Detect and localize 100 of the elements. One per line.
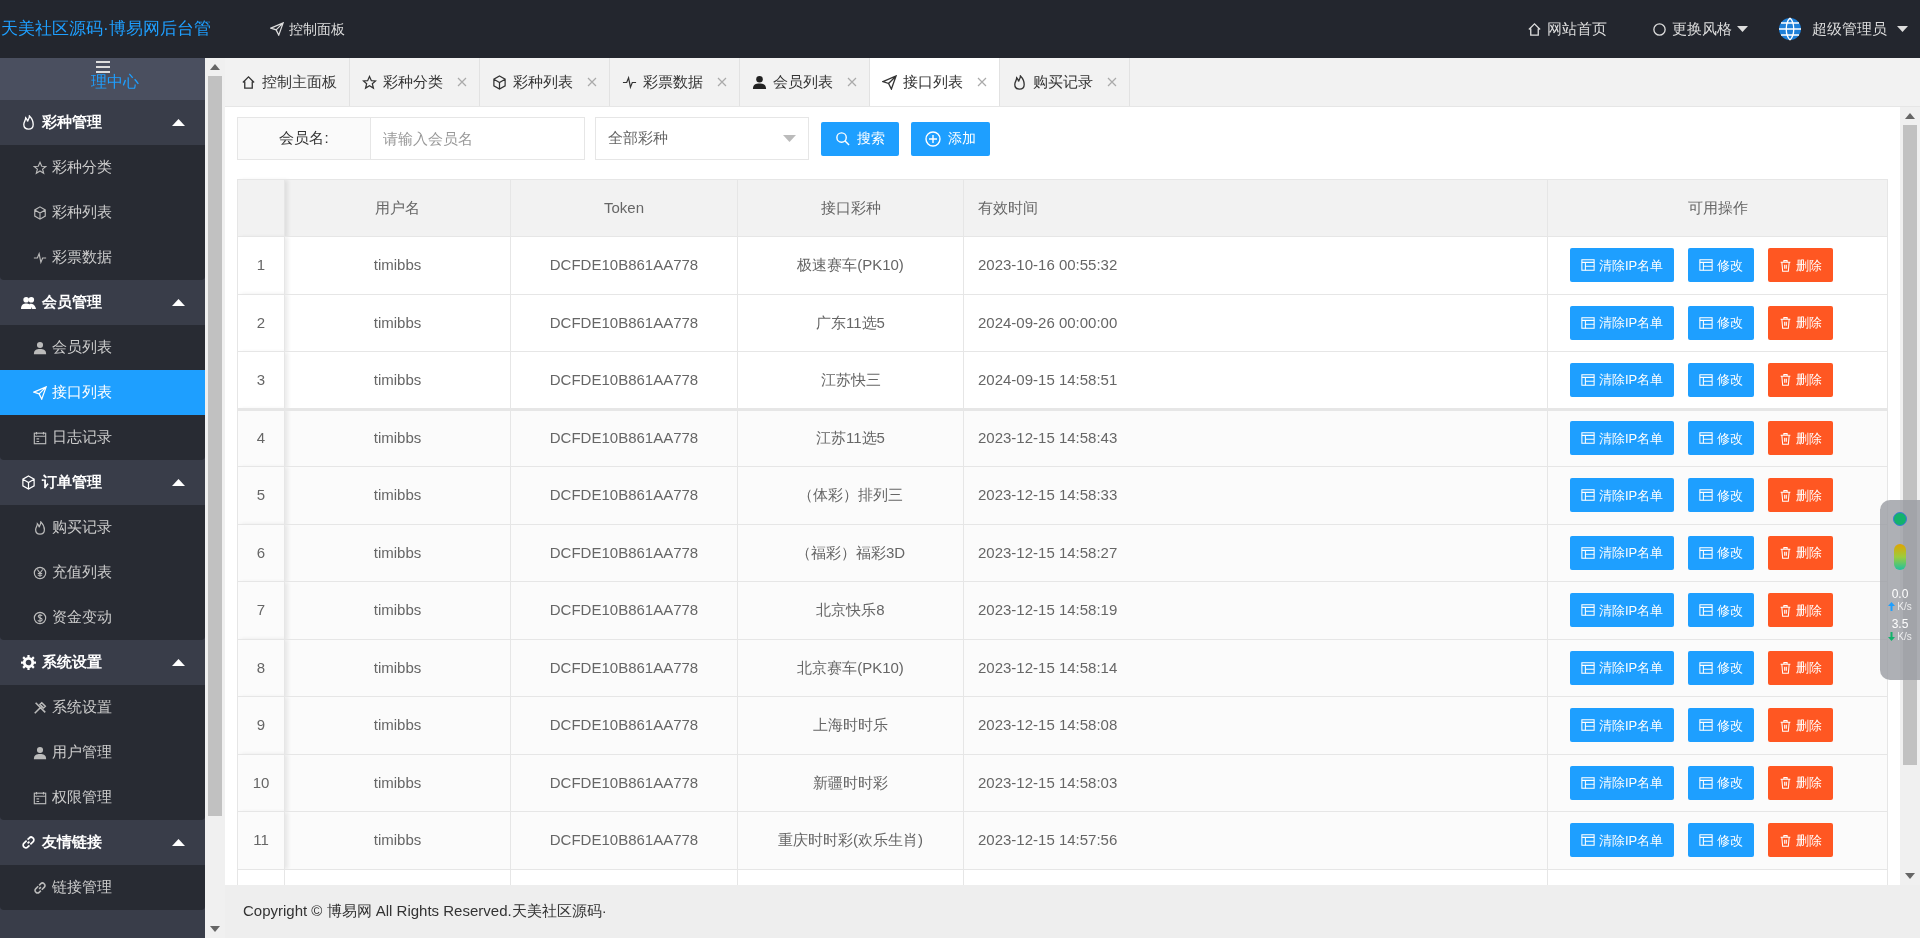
edit-button[interactable]: 修改 xyxy=(1688,708,1755,743)
edit-button[interactable]: 修改 xyxy=(1688,362,1755,397)
sidebar-item[interactable]: 系统设置 xyxy=(0,685,205,730)
menu-icon[interactable] xyxy=(95,61,110,73)
dollar-icon xyxy=(33,610,47,625)
sidebar-group[interactable]: 彩种管理 xyxy=(0,100,205,145)
sidebar-item[interactable]: 日志记录 xyxy=(0,415,205,460)
search-button[interactable]: 搜索 xyxy=(821,121,899,156)
user-menu[interactable]: 超级管理员 xyxy=(1778,17,1908,41)
sidebar-item[interactable]: 权限管理 xyxy=(0,775,205,820)
add-button[interactable]: 添加 xyxy=(911,121,990,156)
delete-button[interactable]: 删除 xyxy=(1768,765,1834,800)
edit-button[interactable]: 修改 xyxy=(1688,305,1755,340)
sidebar-group[interactable]: 友情链接 xyxy=(0,820,205,865)
sidebar-item[interactable]: 接口列表 xyxy=(0,370,205,415)
sidebar-group[interactable]: 系统设置 xyxy=(0,640,205,685)
table-icon xyxy=(1581,258,1595,273)
scrollbar[interactable] xyxy=(205,58,225,938)
clear-ip-button[interactable]: 清除IP名单 xyxy=(1570,478,1675,513)
close-icon[interactable] xyxy=(977,77,987,87)
sidebar-item[interactable]: 购买记录 xyxy=(0,505,205,550)
table-cell: 上海时时乐 xyxy=(737,696,964,754)
gear-icon xyxy=(21,655,36,670)
close-icon[interactable] xyxy=(847,77,857,87)
close-icon[interactable] xyxy=(457,77,467,87)
clear-ip-button[interactable]: 清除IP名单 xyxy=(1570,305,1675,340)
sidebar-item[interactable]: 用户管理 xyxy=(0,730,205,775)
edit-button[interactable]: 修改 xyxy=(1688,421,1755,456)
edit-button[interactable]: 修改 xyxy=(1688,535,1755,570)
clear-ip-button[interactable]: 清除IP名单 xyxy=(1570,535,1675,570)
table-cell: timibbs xyxy=(284,811,511,869)
close-icon[interactable] xyxy=(717,77,727,87)
delete-button[interactable]: 删除 xyxy=(1768,305,1834,340)
sidebar-group[interactable]: 订单管理 xyxy=(0,460,205,505)
lottery-select[interactable]: 全部彩种 xyxy=(595,117,809,160)
edit-button[interactable]: 修改 xyxy=(1688,650,1755,685)
network-speed-widget[interactable]: 0.0 K/s 3.5 K/s xyxy=(1880,500,1920,680)
edit-button[interactable]: 修改 xyxy=(1688,765,1755,800)
caret-down-icon xyxy=(783,135,796,142)
tab[interactable]: 彩种分类 xyxy=(350,58,480,106)
clear-ip-button[interactable]: 清除IP名单 xyxy=(1570,593,1675,628)
delete-button[interactable]: 删除 xyxy=(1768,362,1834,397)
table-icon xyxy=(1581,718,1595,733)
flame-icon xyxy=(21,115,36,130)
speed-unit: K/s xyxy=(1897,631,1912,642)
sidebar-item[interactable]: 充值列表 xyxy=(0,550,205,595)
delete-button[interactable]: 删除 xyxy=(1768,535,1834,570)
tab[interactable]: 购买记录 xyxy=(1000,58,1130,106)
close-icon[interactable] xyxy=(587,77,597,87)
sidebar-group[interactable]: 会员管理 xyxy=(0,280,205,325)
member-name-field[interactable]: 请输入会员名 xyxy=(371,117,585,160)
sidebar-item[interactable]: 链接管理 xyxy=(0,865,205,910)
scroll-down-icon[interactable] xyxy=(210,926,220,932)
sidebar-item[interactable]: 彩种列表 xyxy=(0,190,205,235)
scroll-up-icon[interactable] xyxy=(210,64,220,70)
sidebar-item[interactable]: 彩种分类 xyxy=(0,145,205,190)
clear-ip-button[interactable]: 清除IP名单 xyxy=(1570,650,1675,685)
user-icon xyxy=(33,745,47,760)
table-cell: timibbs xyxy=(284,294,511,352)
caret-down-icon xyxy=(1737,26,1748,32)
header-link[interactable]: 网站首页 xyxy=(1527,17,1607,41)
delete-button[interactable]: 删除 xyxy=(1768,478,1834,513)
close-icon[interactable] xyxy=(1107,77,1117,87)
clear-ip-button[interactable]: 清除IP名单 xyxy=(1570,362,1675,397)
delete-button[interactable]: 删除 xyxy=(1768,650,1834,685)
flame-icon xyxy=(1012,74,1027,90)
tab[interactable]: 彩票数据 xyxy=(610,58,740,106)
tab[interactable]: 接口列表 xyxy=(870,58,1000,106)
delete-button[interactable]: 删除 xyxy=(1768,421,1834,456)
table-icon xyxy=(1699,775,1714,790)
clear-ip-button[interactable]: 清除IP名单 xyxy=(1570,708,1675,743)
delete-button[interactable]: 删除 xyxy=(1768,248,1834,283)
edit-button[interactable]: 修改 xyxy=(1688,593,1755,628)
scroll-down-icon[interactable] xyxy=(1905,873,1915,879)
tab[interactable]: 控制主面板 xyxy=(229,58,350,106)
clear-ip-button[interactable]: 清除IP名单 xyxy=(1570,823,1675,858)
nav-link[interactable]: 控制面板 xyxy=(270,18,345,40)
sidebar-item[interactable]: 资金变动 xyxy=(0,595,205,640)
gauge-icon xyxy=(1894,544,1906,570)
edit-button[interactable]: 修改 xyxy=(1688,823,1755,858)
delete-button[interactable]: 删除 xyxy=(1768,708,1834,743)
header-link[interactable]: 更换风格 xyxy=(1652,17,1748,41)
clear-ip-button[interactable]: 清除IP名单 xyxy=(1570,248,1675,283)
trash-icon xyxy=(1779,776,1793,790)
tab[interactable]: 彩种列表 xyxy=(480,58,610,106)
copyright-text: Copyright © 博易网 All Rights Reserved.天美社区源码· xyxy=(243,901,607,922)
table-cell: 6 xyxy=(237,524,285,582)
edit-button[interactable]: 修改 xyxy=(1688,478,1755,513)
scrollbar-thumb[interactable] xyxy=(208,76,222,816)
table-cell: 2023-12-15 14:57:56 xyxy=(963,811,1548,869)
scroll-up-icon[interactable] xyxy=(1905,113,1915,119)
table-icon xyxy=(1699,258,1714,273)
delete-button[interactable]: 删除 xyxy=(1768,823,1834,858)
delete-button[interactable]: 删除 xyxy=(1768,593,1834,628)
sidebar-item[interactable]: 彩票数据 xyxy=(0,235,205,280)
clear-ip-button[interactable]: 清除IP名单 xyxy=(1570,765,1675,800)
sidebar-item[interactable]: 会员列表 xyxy=(0,325,205,370)
cube-icon xyxy=(492,74,507,90)
clear-ip-button[interactable]: 清除IP名单 xyxy=(1570,421,1675,456)
edit-button[interactable]: 修改 xyxy=(1688,248,1755,283)
